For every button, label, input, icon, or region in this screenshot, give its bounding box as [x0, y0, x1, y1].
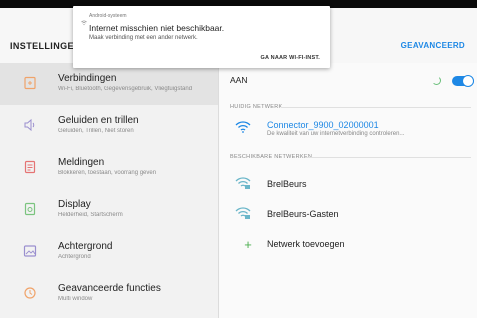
sidebar-item-sub: Blokkeren, toestaan, voorrang geven: [58, 170, 157, 176]
wifi-signal-icon: [234, 119, 252, 135]
page-title: INSTELLINGEN: [10, 41, 81, 51]
add-network-button[interactable]: + Netwerk toevoegen: [230, 238, 470, 260]
sidebar-item-connections[interactable]: Verbindingen Wi-Fi, Bluetooth, Gegevensg…: [0, 63, 218, 105]
sidebar-item-label: Meldingen: [58, 157, 105, 168]
settings-window: INSTELLINGEN GEAVANCEERD Verbindingen Wi…: [0, 0, 477, 318]
sidebar-item-advanced-features[interactable]: Geavanceerde functies Multi window: [0, 273, 218, 315]
sidebar-item-display[interactable]: Display Helderheid, Startscherm: [0, 189, 218, 231]
section-divider: [305, 157, 471, 158]
sidebar-item-sub: Wi-Fi, Bluetooth, Gegevensgebruik, Vlieg…: [58, 86, 193, 92]
settings-sidebar: Verbindingen Wi-Fi, Bluetooth, Gegevensg…: [0, 63, 218, 318]
sidebar-item-notifications[interactable]: Meldingen Blokkeren, toestaan, voorrang …: [0, 147, 218, 189]
android-system-icon: [81, 13, 87, 26]
wifi-toggle[interactable]: [452, 75, 474, 87]
toggle-knob: [462, 75, 474, 87]
section-divider: [281, 107, 471, 108]
wallpaper-icon: [22, 243, 38, 259]
sidebar-item-label: Geavanceerde functies: [58, 283, 161, 294]
sidebar-item-label: Achtergrond: [58, 241, 113, 252]
sidebar-item-sound[interactable]: Geluiden en trillen Geluiden, Trillen, N…: [0, 105, 218, 147]
plus-icon: +: [244, 237, 252, 252]
sidebar-item-sub: Helderheid, Startscherm: [58, 212, 123, 218]
add-network-label: Netwerk toevoegen: [267, 239, 345, 249]
network-name: BrelBeurs-Gasten: [267, 209, 339, 219]
notification-card[interactable]: Android-systeem Internet misschien niet …: [73, 6, 330, 68]
wifi-locked-icon: [234, 175, 252, 191]
connections-icon: [22, 75, 38, 91]
current-network-item[interactable]: Connector_9900_02000001 De kwaliteit van…: [230, 117, 470, 139]
sidebar-item-sub: Geluiden, Trillen, Niet storen: [58, 128, 134, 134]
sidebar-item-label: Geluiden en trillen: [58, 115, 139, 126]
available-networks-header: BESCHIKBARE NETWERKEN: [230, 154, 313, 160]
sidebar-item-label: Display: [58, 199, 91, 210]
network-item[interactable]: BrelBeurs: [230, 173, 470, 195]
advanced-button[interactable]: GEAVANCEERD: [401, 41, 465, 50]
loading-spinner-icon: [432, 76, 441, 85]
sidebar-item-wallpaper[interactable]: Achtergrond Achtergrond: [0, 231, 218, 273]
notifications-icon: [22, 159, 38, 175]
network-status: De kwaliteit van uw internetverbinding c…: [267, 131, 405, 137]
display-icon: [22, 201, 38, 217]
wifi-panel: AAN HUIDIG NETWERK Connector_9900_020000…: [219, 63, 477, 318]
wifi-locked-icon: [234, 205, 252, 221]
sidebar-item-sub: Achtergrond: [58, 254, 91, 260]
sidebar-item-label: Verbindingen: [58, 73, 117, 84]
go-to-wifi-settings-button[interactable]: GA NAAR WI-FI-INST.: [260, 55, 320, 61]
current-network-header: HUIDIG NETWERK: [230, 104, 283, 110]
notification-source: Android-systeem: [89, 13, 127, 19]
notification-title: Internet misschien niet beschikbaar.: [89, 23, 225, 33]
sound-icon: [22, 117, 38, 133]
network-item[interactable]: BrelBeurs-Gasten: [230, 203, 470, 225]
notification-body: Maak verbinding met een ander netwerk.: [89, 35, 198, 41]
network-name: Connector_9900_02000001: [267, 120, 379, 130]
wifi-state-label: AAN: [230, 75, 248, 85]
sidebar-item-sub: Multi window: [58, 296, 93, 302]
network-name: BrelBeurs: [267, 179, 307, 189]
advanced-features-icon: [22, 285, 38, 301]
